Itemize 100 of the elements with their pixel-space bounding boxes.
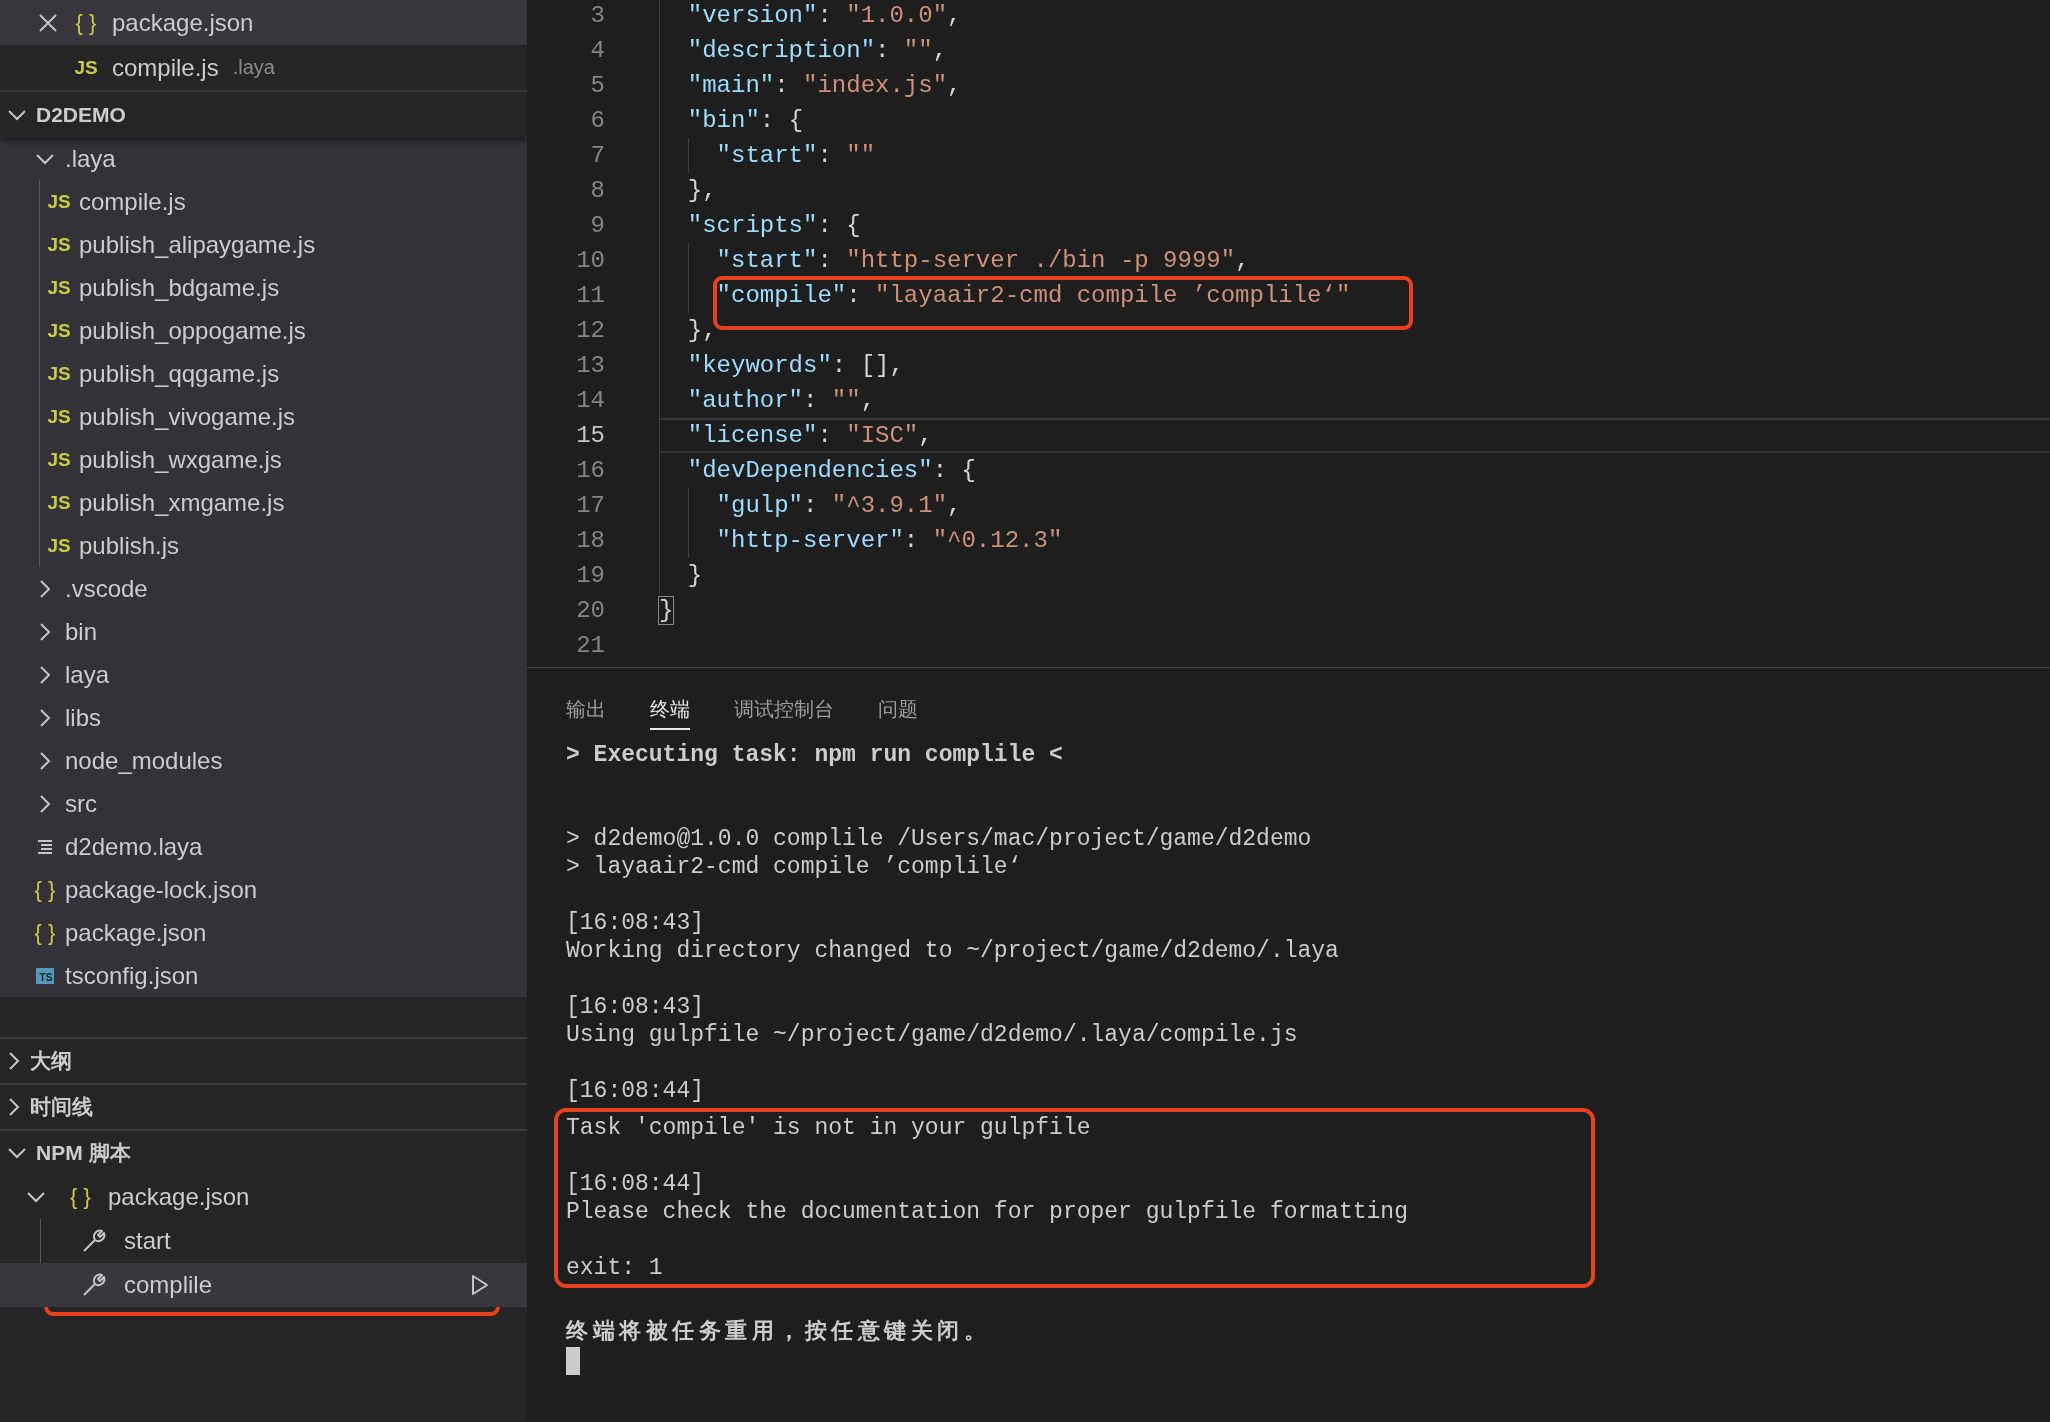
file-item[interactable]: JS publish.js: [0, 524, 527, 567]
terminal-line: [16:08:43]: [566, 993, 706, 1021]
open-editor-item[interactable]: JS compile.js .laya: [0, 45, 527, 90]
run-icon[interactable]: [471, 1274, 489, 1296]
chevron-right-icon[interactable]: [39, 622, 51, 641]
code-line: "main": "index.js",: [659, 68, 2050, 103]
npm-file-item[interactable]: { } package.json: [0, 1175, 527, 1219]
line-number: 21: [575, 632, 605, 659]
code-line: "author": "",: [659, 383, 2050, 418]
file-name: compile.js: [112, 53, 219, 82]
chevron-right-icon[interactable]: [39, 708, 51, 727]
code-line: "devDependencies": {: [659, 453, 2050, 488]
line-number: 20: [575, 597, 605, 624]
terminal-line: > layaair2-cmd compile ’complile‘: [566, 853, 1023, 881]
open-editor-item[interactable]: { } package.json: [0, 0, 527, 45]
line-number: 8: [589, 177, 605, 204]
js-file-icon: JS: [47, 235, 71, 254]
section-header[interactable]: 大纲: [0, 1037, 527, 1083]
section-header[interactable]: D2DEMO: [0, 90, 527, 137]
js-file-icon: JS: [47, 321, 71, 340]
lines-file-icon: [37, 838, 53, 855]
file-item[interactable]: d2demo.laya: [0, 825, 527, 868]
line-number: 6: [589, 107, 605, 134]
close-icon[interactable]: [39, 13, 57, 32]
braces-file-icon: { }: [34, 878, 56, 901]
line-number: 18: [575, 527, 605, 554]
line-number: 12: [575, 317, 605, 344]
js-file-icon: JS: [47, 192, 71, 211]
file-item[interactable]: JS publish_qqgame.js: [0, 352, 527, 395]
chevron-down-icon[interactable]: [27, 1191, 45, 1203]
folder-item[interactable]: .vscode: [0, 567, 527, 610]
line-number: 5: [589, 72, 605, 99]
code-line: "description": "",: [659, 33, 2050, 68]
npm-script-item[interactable]: complile: [0, 1263, 527, 1307]
terminal-line: 终端将被任务重用，按任意键关闭。: [566, 1319, 991, 1347]
chevron-right-icon[interactable]: [39, 665, 51, 684]
js-file-icon: JS: [74, 58, 98, 77]
code-line: },: [659, 313, 2050, 348]
file-item[interactable]: JS compile.js: [0, 180, 527, 223]
file-item[interactable]: { } package-lock.json: [0, 868, 527, 911]
line-number: 13: [575, 352, 605, 379]
file-item[interactable]: { } package.json: [0, 911, 527, 954]
line-number: 17: [575, 492, 605, 519]
js-file-icon: JS: [47, 450, 71, 469]
line-number: 3: [589, 2, 605, 29]
chevron-down-icon[interactable]: [36, 152, 54, 165]
chevron-right-icon[interactable]: [39, 579, 51, 598]
section-header[interactable]: 时间线: [0, 1083, 527, 1129]
line-number: 7: [589, 142, 605, 169]
file-item[interactable]: JS publish_wxgame.js: [0, 438, 527, 481]
folder-item[interactable]: bin: [0, 610, 527, 653]
panel-tab[interactable]: 终端: [650, 696, 690, 730]
folder-item[interactable]: laya: [0, 653, 527, 696]
folder-item[interactable]: libs: [0, 696, 527, 739]
file-item[interactable]: JS publish_alipaygame.js: [0, 223, 527, 266]
code-line: "gulp": "^3.9.1",: [659, 488, 2050, 523]
code-line: "start": "http-server ./bin -p 9999",: [659, 243, 2050, 278]
js-file-icon: JS: [47, 536, 71, 555]
file-item[interactable]: JS publish_vivogame.js: [0, 395, 527, 438]
js-file-icon: JS: [47, 364, 71, 383]
terminal-line: [16:08:43]: [566, 909, 706, 937]
code-line: "scripts": {: [659, 208, 2050, 243]
panel-tab[interactable]: 调试控制台: [734, 696, 834, 730]
line-number: 14: [575, 387, 605, 414]
folder-item[interactable]: .laya: [0, 137, 527, 180]
terminal-line: Working directory changed to ~/project/game/d2demo/.laya: [566, 937, 1340, 965]
folder-hint: .laya: [232, 56, 275, 79]
terminal-line: Please check the documentation for proper gulpfile formatting: [566, 1198, 1409, 1226]
file-item[interactable]: JS publish_bdgame.js: [0, 266, 527, 309]
panel-tab[interactable]: 输出: [566, 696, 606, 730]
code-line: },: [659, 173, 2050, 208]
folder-item[interactable]: src: [0, 782, 527, 825]
folder-item[interactable]: node_modules: [0, 739, 527, 782]
braces-file-icon: { }: [75, 11, 97, 34]
file-item[interactable]: JS publish_oppogame.js: [0, 309, 527, 352]
terminal-line: [16:08:44]: [566, 1170, 706, 1198]
code-line: }: [659, 558, 2050, 593]
code-line: "http-server": "^0.12.3": [659, 523, 2050, 558]
chevron-right-icon[interactable]: [39, 751, 51, 770]
file-item[interactable]: TS tsconfig.json: [0, 954, 527, 997]
matched-bracket: }: [659, 597, 674, 624]
file-name: package.json: [112, 8, 254, 37]
js-file-icon: JS: [47, 407, 71, 426]
terminal-line: > Executing task: npm run complile <: [566, 741, 1064, 769]
code-line: "keywords": [],: [659, 348, 2050, 383]
code-line: "license": "ISC",: [659, 418, 2050, 453]
terminal-line: exit: 1: [566, 1254, 664, 1282]
npm-script-item[interactable]: start: [0, 1219, 527, 1263]
file-item[interactable]: JS publish_xmgame.js: [0, 481, 527, 524]
chevron-down-icon[interactable]: [8, 108, 26, 121]
chevron-down-icon[interactable]: [8, 1147, 26, 1159]
chevron-right-icon[interactable]: [8, 1052, 20, 1070]
panel-tab[interactable]: 问题: [878, 696, 918, 730]
terminal-line: Using gulpfile ~/project/game/d2demo/.laya/compile.js: [566, 1021, 1299, 1049]
section-header[interactable]: NPM 脚本: [0, 1129, 527, 1175]
chevron-right-icon[interactable]: [39, 794, 51, 813]
line-number: 11: [575, 282, 605, 309]
line-number: 15: [575, 422, 605, 449]
chevron-right-icon[interactable]: [8, 1098, 20, 1116]
braces-file-icon: { }: [34, 921, 56, 944]
